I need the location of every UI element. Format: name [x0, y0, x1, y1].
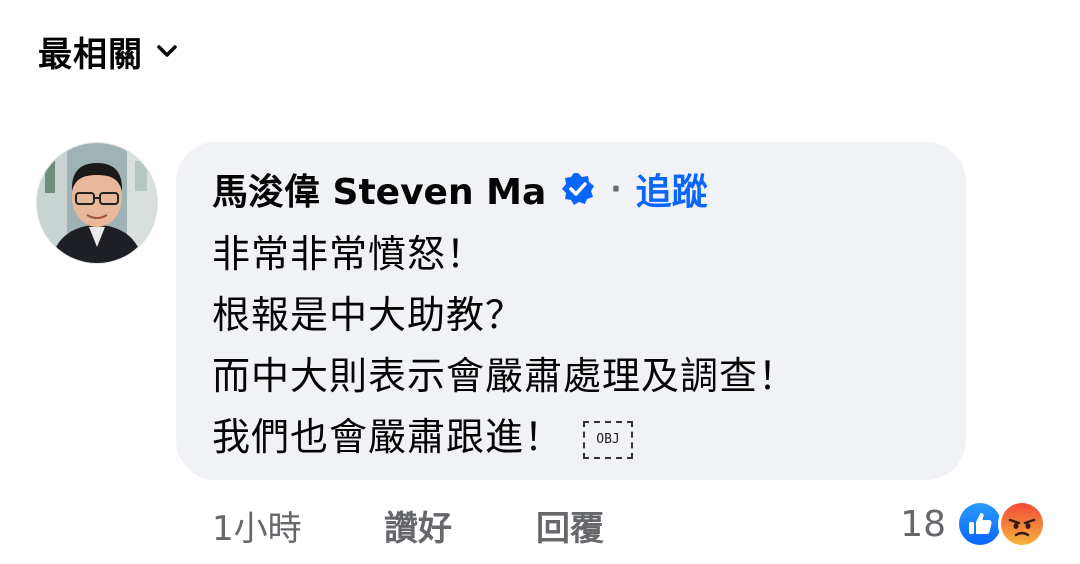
comment-bubble: 馬浚偉 Steven Ma · 追蹤 非常非常憤怒！ 根報是中大助教？ 而中大則… [176, 142, 966, 480]
separator-dot: · [610, 171, 622, 207]
comment-header: 馬浚偉 Steven Ma · 追蹤 [212, 163, 708, 215]
comment-timestamp[interactable]: 1小時 [212, 501, 384, 550]
comment-line: 而中大則表示會嚴肅處理及調查！ [212, 354, 798, 398]
angry-icon [998, 500, 1046, 548]
sort-label: 最相關 [38, 34, 143, 75]
comment-line: 根報是中大助教？ [212, 293, 525, 337]
comment-line-text: 我們也會嚴肅跟進！ [212, 415, 564, 459]
chevron-down-icon [155, 38, 181, 64]
comment-actions: 1小時 讚好 回覆 [212, 500, 604, 550]
sort-dropdown[interactable]: 最相關 [38, 26, 181, 76]
follow-button[interactable]: 追蹤 [636, 163, 708, 215]
comment-line: 非常非常憤怒！ [212, 232, 486, 276]
like-icon [956, 500, 1004, 548]
reaction-count: 18 [900, 503, 946, 545]
obj-placeholder-tag: OBJ [583, 420, 634, 459]
comment-text: 非常非常憤怒！ 根報是中大助教？ 而中大則表示會嚴肅處理及調查！ 我們也會嚴肅跟… [212, 224, 946, 468]
avatar[interactable] [36, 142, 158, 264]
verified-badge-icon [560, 171, 596, 207]
author-name[interactable]: 馬浚偉 Steven Ma [212, 163, 546, 215]
comment-line-last: 我們也會嚴肅跟進！ OBJ [212, 407, 946, 468]
reaction-summary[interactable]: 18 [900, 498, 1046, 550]
reply-button[interactable]: 回覆 [536, 501, 604, 550]
like-button[interactable]: 讚好 [384, 501, 536, 550]
